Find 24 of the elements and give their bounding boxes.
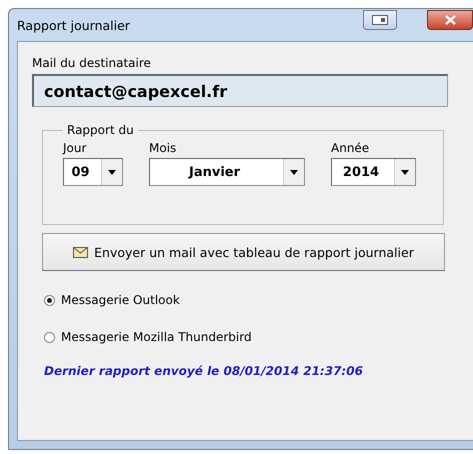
dropdown-field[interactable]: Janvier	[149, 158, 305, 186]
close-button[interactable]	[427, 10, 473, 30]
window-icon	[372, 15, 388, 25]
envelope-icon	[73, 246, 88, 258]
field-label: Mail du destinataire	[32, 56, 152, 70]
window-title: Rapport journalier	[17, 18, 131, 32]
send-mail-button[interactable]: Envoyer un mail avec tableau de rapport journalier	[42, 233, 445, 271]
field-label: Année	[331, 141, 370, 155]
field-label: Mois	[149, 141, 178, 155]
radio-button[interactable]	[44, 332, 55, 342]
group-label: Rapport du	[66, 123, 135, 137]
caret-icon	[401, 170, 409, 174]
dropdown-field[interactable]: 09	[63, 158, 123, 186]
email-field[interactable]: contact@capexcel.fr	[32, 74, 448, 107]
caret-icon	[290, 170, 298, 174]
radio-option[interactable]: Messagerie Mozilla Thunderbird	[44, 330, 473, 344]
close-icon	[444, 15, 456, 25]
radio-option[interactable]: Messagerie Outlook	[44, 293, 473, 307]
field-label: Jour	[63, 141, 88, 155]
radio-button[interactable]	[44, 294, 55, 306]
restore-button[interactable]	[363, 10, 397, 30]
status-text: Dernier rapport envoyé le 08/01/2014 21:37:06	[44, 364, 364, 378]
dropdown-field[interactable]: 2014	[331, 158, 416, 186]
caret-icon	[108, 170, 116, 174]
